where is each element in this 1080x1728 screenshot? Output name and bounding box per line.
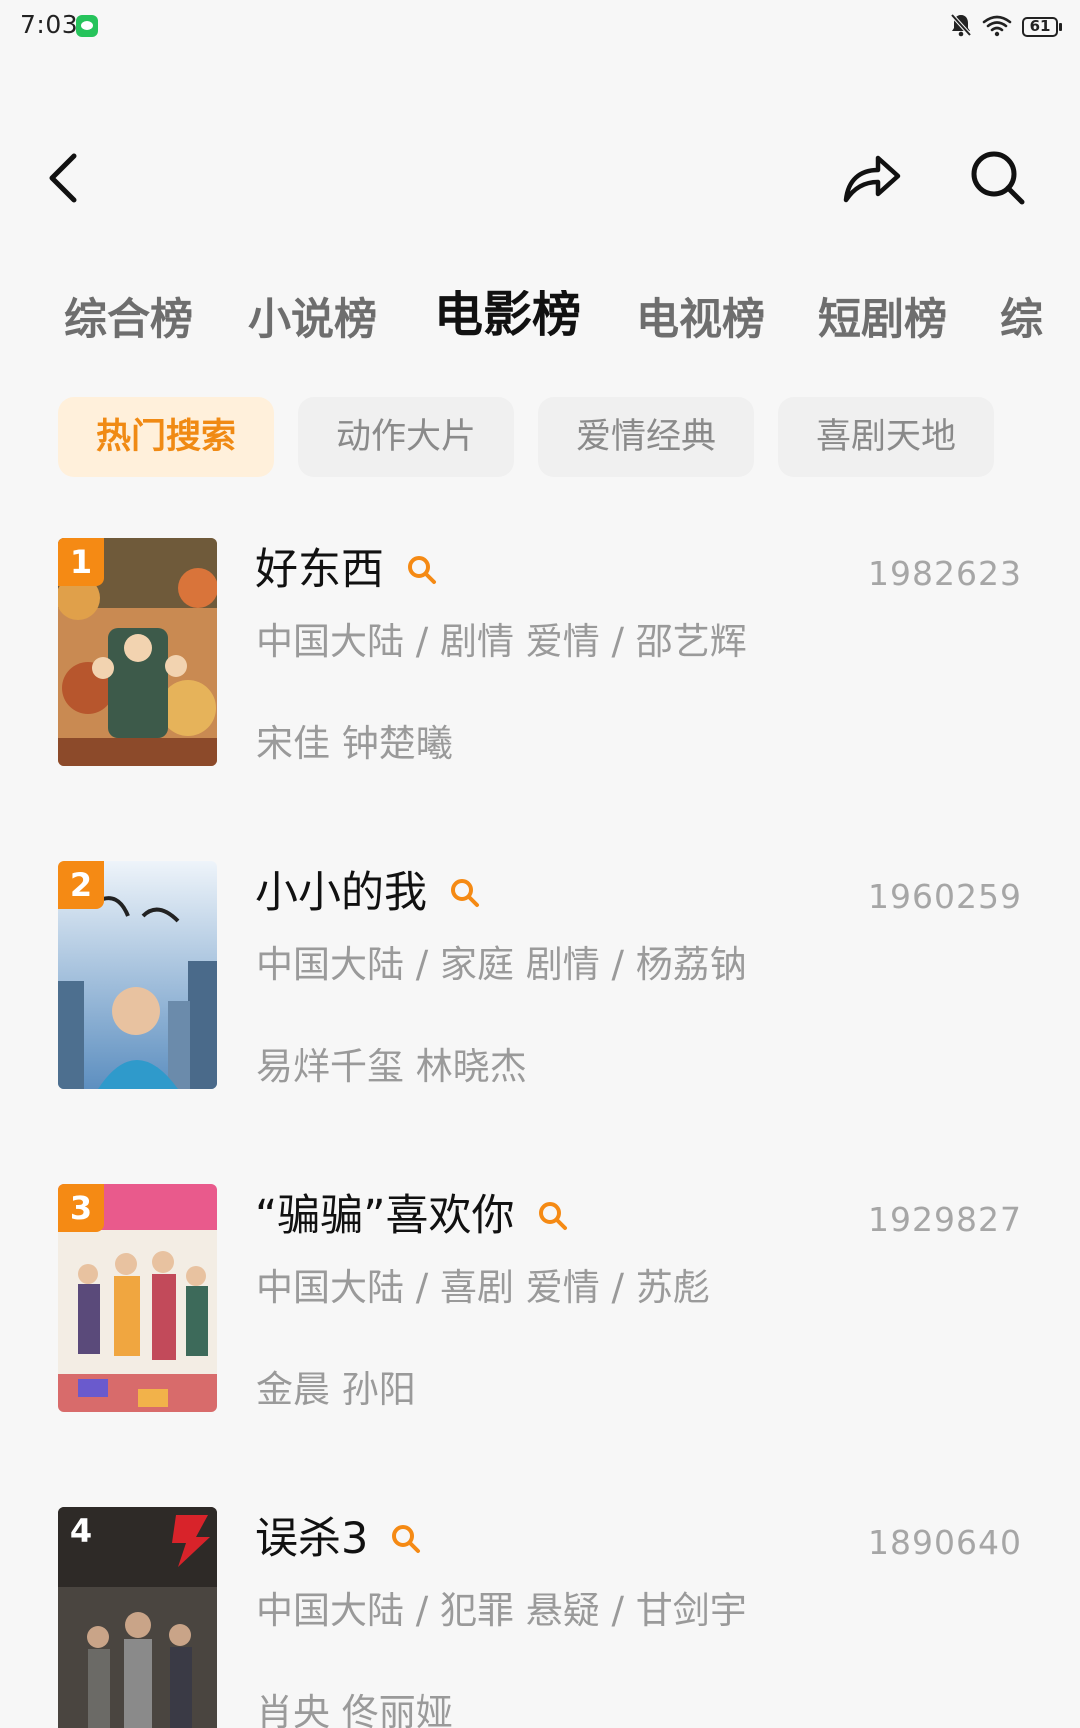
movie-poster[interactable]: 3: [58, 1184, 217, 1412]
movie-meta: 中国大陆 / 犯罪 悬疑 / 甘剑宇: [256, 1589, 747, 1632]
search-icon: [971, 151, 1025, 205]
movie-title-row: 小小的我: [255, 863, 481, 923]
movie-meta: 中国大陆 / 喜剧 爱情 / 苏彪: [256, 1266, 710, 1309]
movie-title-row: 好东西: [255, 540, 438, 600]
tab-novel[interactable]: 小说榜: [248, 290, 377, 350]
movie-cast: 易烊千玺 林晓杰: [256, 1045, 527, 1088]
small-search-icon[interactable]: [406, 554, 438, 586]
movie-meta: 中国大陆 / 剧情 爱情 / 邵艺辉: [256, 620, 747, 663]
movie-poster[interactable]: 1: [58, 538, 217, 766]
tab-movie[interactable]: 电影榜: [434, 290, 581, 345]
movie-title[interactable]: 好东西: [255, 542, 384, 598]
rank-badge: 2: [58, 861, 104, 909]
search-count: 1890640: [868, 1523, 1022, 1562]
search-count: 1960259: [868, 877, 1022, 916]
share-button[interactable]: [840, 146, 904, 210]
search-count: 1982623: [868, 554, 1022, 593]
list-item[interactable]: 3 “骗骗”喜欢你 1929827 中国大陆 / 喜剧 爱情 / 苏彪 金晨 孙…: [0, 1184, 1080, 1424]
list-item[interactable]: 2 小小的我 1960259 中国大陆 / 家庭 剧情 / 杨荔钠 易烊千玺 林…: [0, 861, 1080, 1101]
movie-cast: 金晨 孙阳: [256, 1368, 416, 1411]
list-item[interactable]: 1 好东西 1982623 中国大陆 / 剧情 爱情 / 邵艺辉 宋佳 钟楚曦: [0, 538, 1080, 778]
movie-cast: 肖央 佟丽娅: [256, 1691, 453, 1728]
movie-title[interactable]: 误杀3: [255, 1511, 368, 1567]
search-button[interactable]: [966, 146, 1030, 210]
small-search-icon[interactable]: [390, 1523, 422, 1555]
chip-romance[interactable]: 爱情经典: [538, 397, 754, 477]
wechat-notification-icon: [76, 15, 98, 37]
movie-poster[interactable]: 4: [58, 1507, 217, 1728]
tab-tv[interactable]: 电视榜: [636, 290, 765, 350]
small-search-icon[interactable]: [537, 1200, 569, 1232]
movie-title[interactable]: 小小的我: [255, 865, 427, 921]
screen: 7:03 61 综合榜 小说榜 电影榜 电视榜 短剧榜 综 热门搜索 动作大片 …: [0, 0, 1080, 1728]
back-button[interactable]: [32, 146, 96, 210]
movie-meta: 中国大陆 / 家庭 剧情 / 杨荔钠: [256, 943, 747, 986]
battery-indicator: 61: [1022, 17, 1062, 37]
tab-overall[interactable]: 综合榜: [64, 290, 193, 350]
small-search-icon[interactable]: [449, 877, 481, 909]
movie-poster[interactable]: 2: [58, 861, 217, 1089]
list-item[interactable]: 4 误杀3 1890640 中国大陆 / 犯罪 悬疑 / 甘剑宇 肖央 佟丽娅: [0, 1507, 1080, 1728]
chip-hot-search[interactable]: 热门搜索: [58, 397, 274, 477]
status-bar: 7:03 61: [0, 0, 1080, 56]
tab-variety[interactable]: 综: [1000, 290, 1043, 350]
movie-title-row: 误杀3: [255, 1509, 422, 1569]
movie-title-row: “骗骗”喜欢你: [255, 1186, 569, 1246]
mute-bell-icon: [950, 13, 972, 41]
wifi-icon: [982, 13, 1012, 41]
ranking-tabs: 综合榜 小说榜 电影榜 电视榜 短剧榜 综: [64, 290, 1080, 360]
status-icons: 61: [950, 12, 1062, 42]
chip-action[interactable]: 动作大片: [298, 397, 514, 477]
movie-title[interactable]: “骗骗”喜欢你: [255, 1188, 515, 1244]
rank-badge: 4: [69, 1512, 93, 1550]
movie-cast: 宋佳 钟楚曦: [256, 722, 453, 765]
rank-badge: 1: [58, 538, 104, 586]
chevron-left-icon: [49, 153, 77, 203]
rank-badge: 3: [58, 1184, 104, 1232]
search-count: 1929827: [868, 1200, 1022, 1239]
chip-comedy[interactable]: 喜剧天地: [778, 397, 994, 477]
share-arrow-icon: [843, 155, 901, 203]
tab-short-drama[interactable]: 短剧榜: [818, 290, 947, 350]
status-time: 7:03: [20, 10, 79, 39]
